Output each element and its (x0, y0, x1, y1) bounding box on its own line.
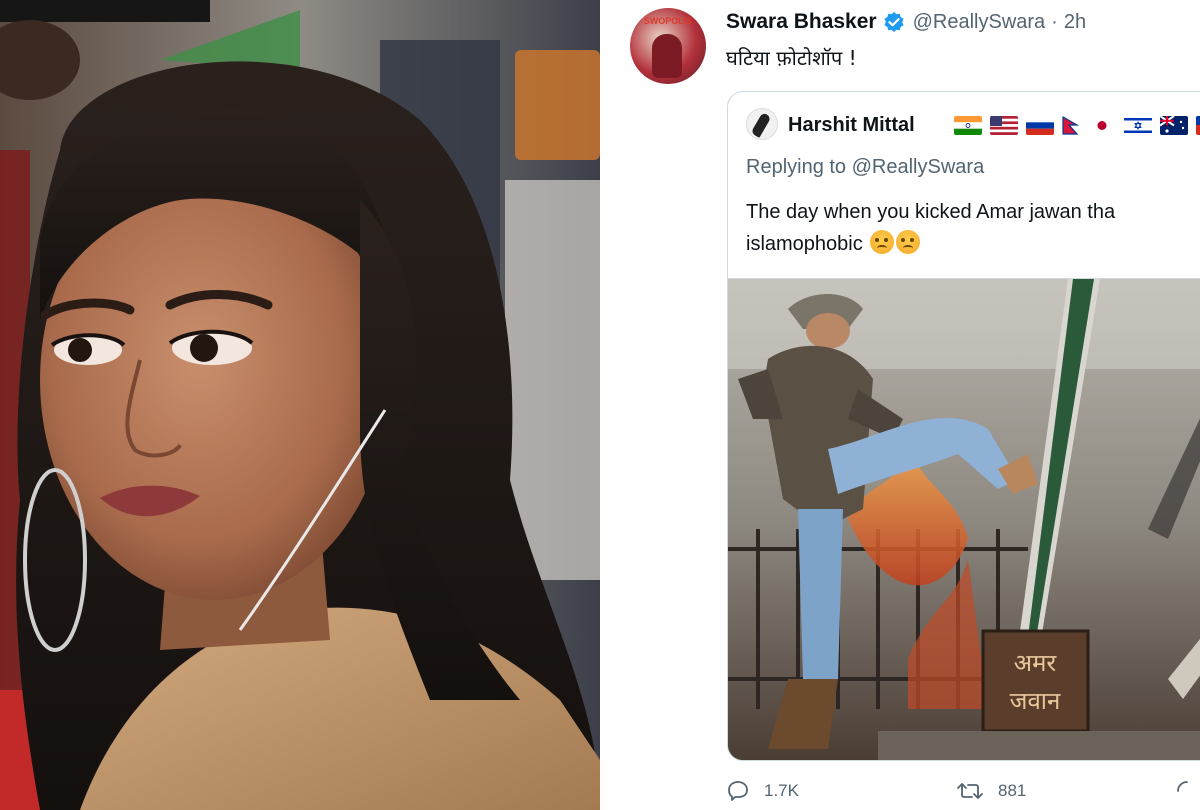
header-separator: · (1051, 10, 1058, 33)
retweet-icon (957, 783, 983, 799)
quoted-author-avatar (746, 108, 778, 140)
russia-flag-icon (1026, 116, 1054, 135)
plaque-line-1: अमर (1014, 649, 1058, 677)
feather-icon (750, 112, 772, 138)
share-icon (1177, 781, 1188, 792)
author-avatar[interactable]: SWOPOLIS (630, 8, 706, 84)
tweet-timestamp[interactable]: 2h (1064, 11, 1086, 34)
tweet-action-bar: 1.7K 881 (726, 780, 1196, 806)
retweet-count: 881 (998, 781, 1027, 800)
angry-face-icon (870, 230, 895, 254)
japan-flag-icon (1088, 116, 1116, 135)
reply-count: 1.7K (764, 781, 799, 800)
reply-icon (728, 781, 748, 801)
tweet-header: Swara Bhasker @ReallySwara · 2h (726, 10, 1086, 34)
quoted-tweet[interactable]: Harshit Mittal Replying to @ReallySwara … (727, 91, 1200, 761)
quoted-text-line-2-row: islamophobic (746, 228, 1200, 260)
quoted-text-line-1: The day when you kicked Amar jawan tha (746, 201, 1116, 223)
usa-flag-icon (990, 116, 1018, 135)
quoted-author-name: Harshit Mittal (788, 114, 915, 136)
australia-flag-icon (1160, 116, 1188, 135)
quoted-tweet-text: The day when you kicked Amar jawan tha i… (746, 196, 1200, 260)
retweet-button[interactable]: 881 (956, 780, 1026, 802)
share-button[interactable] (1176, 780, 1198, 802)
plaque-line-2: जवान (1010, 687, 1061, 715)
verified-badge-icon (883, 11, 905, 33)
replying-label: Replying to (746, 156, 847, 178)
angry-face-icon (896, 230, 921, 254)
replying-to: Replying to @ReallySwara (746, 156, 984, 179)
flag-emoji-row (954, 116, 1200, 135)
author-handle[interactable]: @ReallySwara (913, 11, 1046, 34)
woman-portrait-photo (0, 0, 600, 810)
israel-flag-icon (1124, 116, 1152, 135)
avatar-magazine-title: SWOPOLIS (643, 16, 693, 26)
replying-handle[interactable]: @ReallySwara (852, 156, 985, 178)
amar-jawan-protest-photo: अमर जवान (728, 279, 1200, 760)
india-flag-icon (954, 116, 982, 135)
reply-button[interactable]: 1.7K (726, 780, 799, 802)
tweet-card[interactable]: SWOPOLIS Swara Bhasker @ReallySwara · 2h… (606, 0, 1200, 810)
author-name[interactable]: Swara Bhasker (726, 10, 877, 34)
extra-flag-icon (1196, 116, 1200, 135)
nepal-flag-icon (1062, 116, 1080, 135)
quoted-text-line-2: islamophobic (746, 233, 863, 255)
tweet-text: घटिया फ़ोटोशॉप ! (726, 46, 857, 70)
avatar-figure (652, 34, 682, 78)
quoted-tweet-image[interactable]: अमर जवान (728, 278, 1200, 760)
news-photo (0, 0, 600, 810)
